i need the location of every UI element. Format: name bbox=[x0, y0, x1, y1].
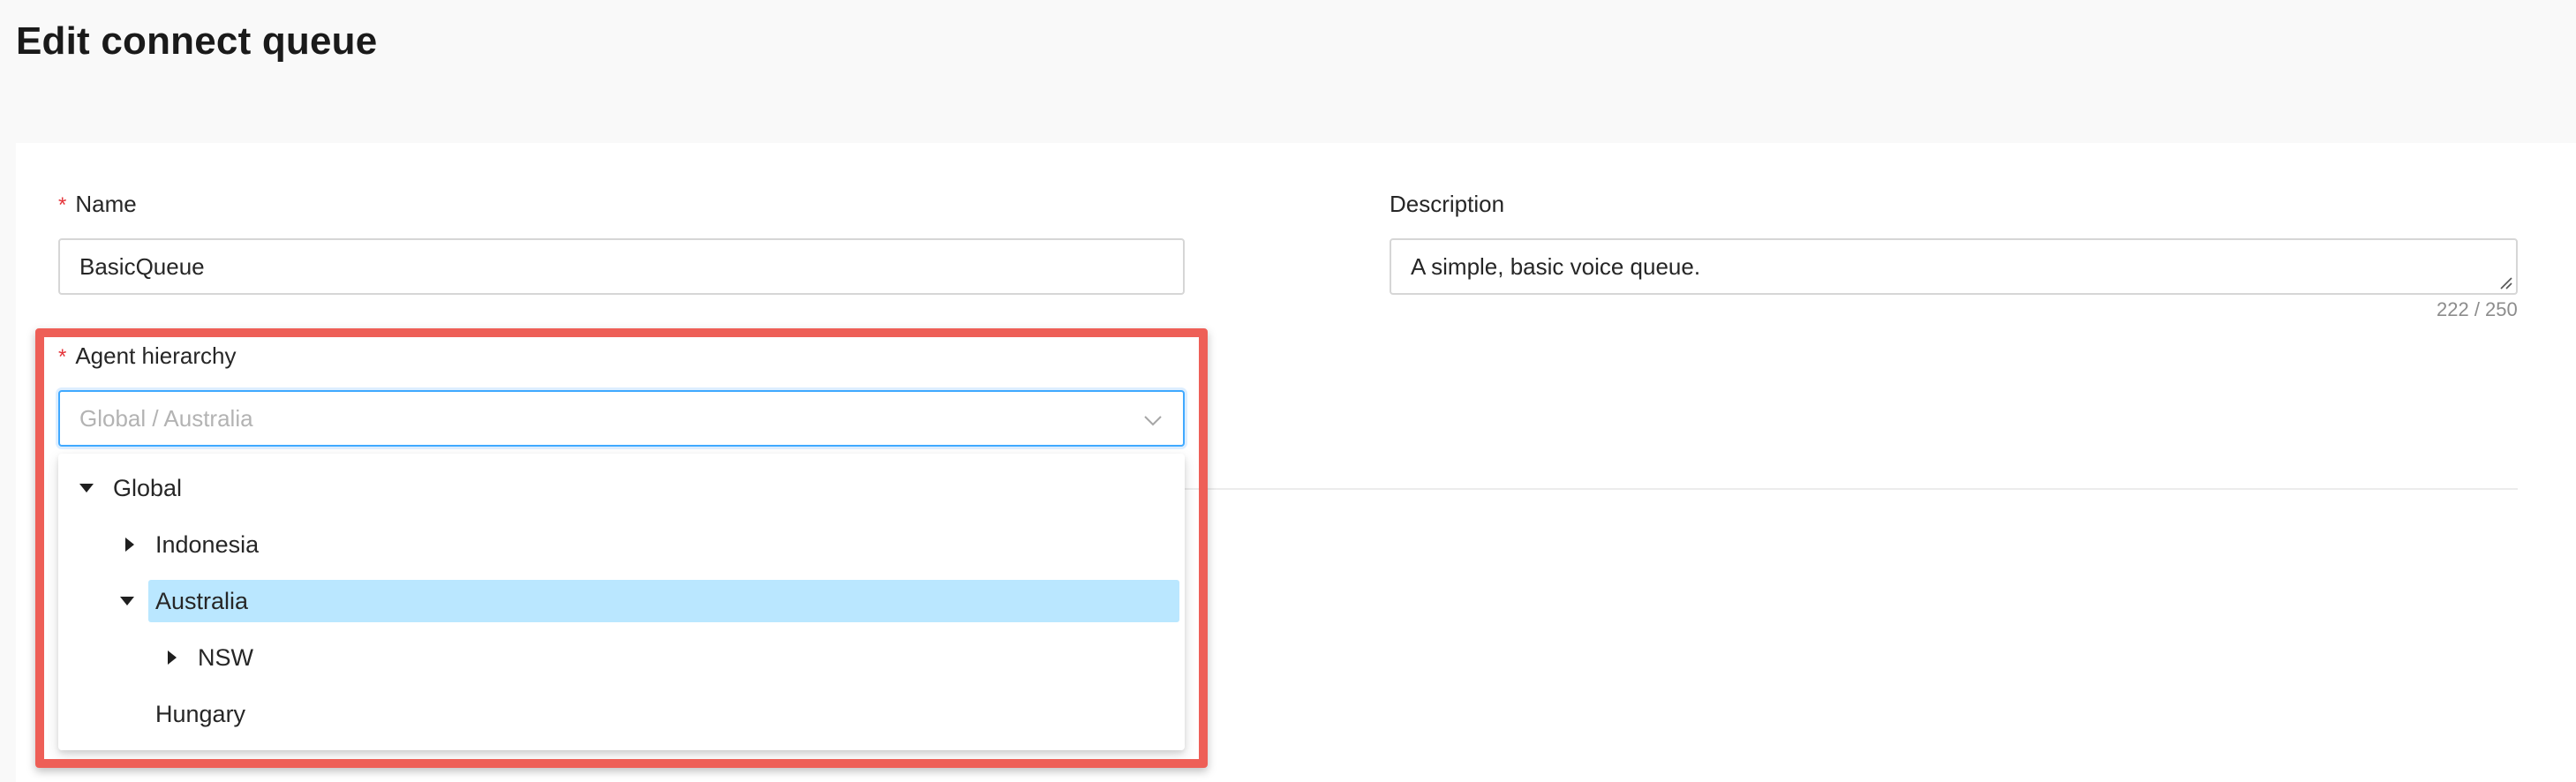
agent-hierarchy-label: * Agent hierarchy bbox=[58, 342, 236, 370]
caret-down-icon[interactable] bbox=[79, 484, 94, 493]
tree-node-label: Hungary bbox=[155, 700, 246, 727]
caret-right-icon[interactable] bbox=[168, 650, 177, 665]
resize-grip-icon[interactable] bbox=[2498, 275, 2512, 289]
page-title: Edit connect queue bbox=[16, 19, 378, 63]
name-input-value: BasicQueue bbox=[79, 252, 205, 280]
tree-node-label-selected: Australia bbox=[148, 580, 1179, 622]
tree-node-australia[interactable]: Australia bbox=[58, 579, 1185, 623]
agent-hierarchy-label-text: Agent hierarchy bbox=[75, 342, 237, 369]
tree-node-label: Global bbox=[113, 474, 183, 501]
tree-node-nsw[interactable]: NSW bbox=[58, 635, 1185, 680]
agent-hierarchy-select[interactable]: Global / Australia bbox=[58, 390, 1185, 447]
name-input[interactable]: BasicQueue bbox=[58, 238, 1185, 295]
tree-node-label: Indonesia bbox=[155, 530, 260, 558]
chevron-down-icon bbox=[1144, 416, 1162, 426]
tree-node-indonesia[interactable]: Indonesia bbox=[58, 523, 1185, 567]
name-label: * Name bbox=[58, 191, 137, 218]
description-counter: 222 / 250 bbox=[2437, 298, 2518, 320]
agent-hierarchy-tree-dropdown: Global Indonesia Australia NSW Hungary bbox=[58, 454, 1185, 750]
section-divider bbox=[1185, 488, 2518, 490]
description-label: Description bbox=[1390, 191, 1505, 217]
tree-node-label: NSW bbox=[198, 643, 253, 671]
description-textarea[interactable]: A simple, basic voice queue. bbox=[1390, 238, 2518, 295]
agent-hierarchy-placeholder: Global / Australia bbox=[79, 404, 253, 432]
required-mark: * bbox=[58, 193, 67, 217]
tree-node-hungary[interactable]: Hungary bbox=[58, 692, 1185, 736]
caret-right-icon[interactable] bbox=[125, 538, 134, 552]
name-label-text: Name bbox=[75, 191, 137, 217]
caret-down-icon[interactable] bbox=[120, 597, 134, 605]
description-value: A simple, basic voice queue. bbox=[1411, 252, 1701, 280]
required-mark: * bbox=[58, 345, 67, 369]
tree-node-global[interactable]: Global bbox=[58, 466, 1185, 510]
